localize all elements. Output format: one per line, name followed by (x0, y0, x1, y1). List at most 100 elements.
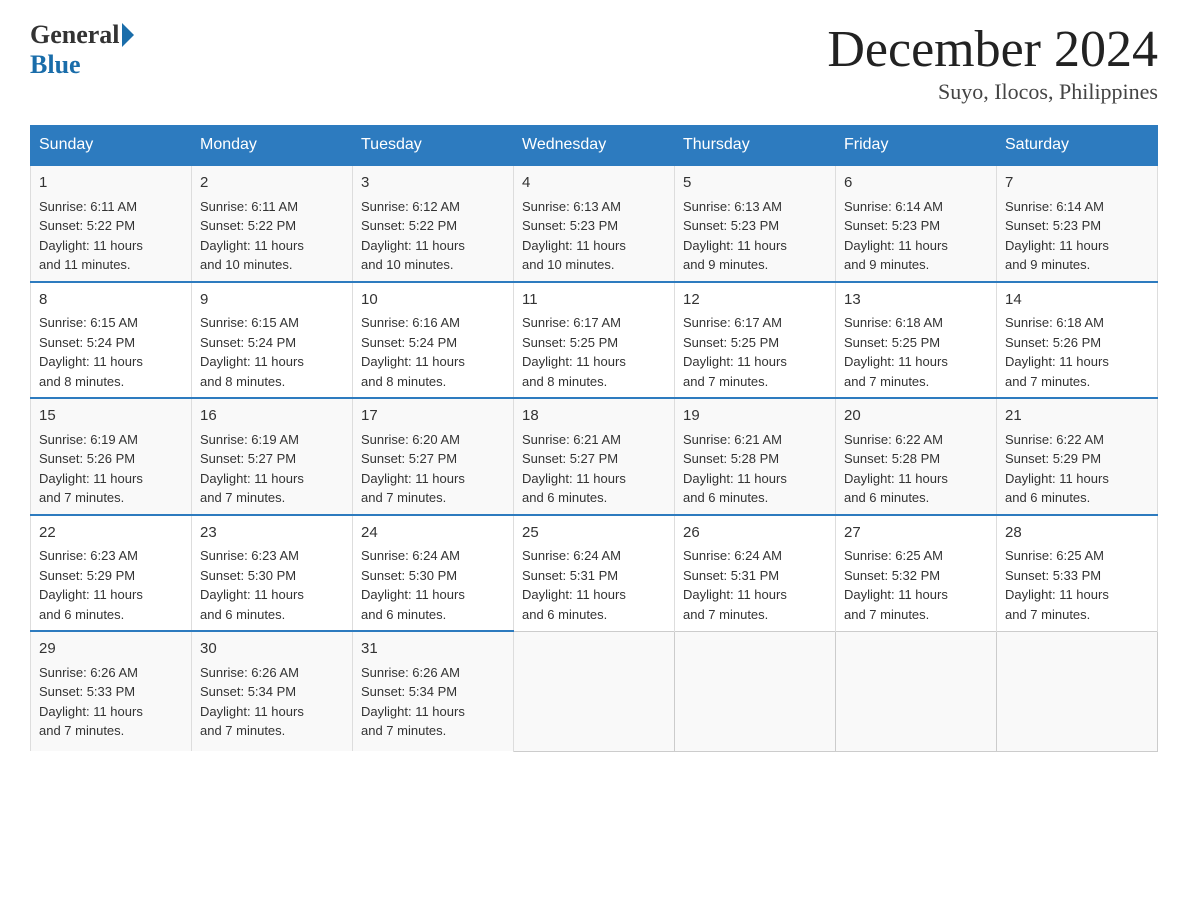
calendar-cell: 26 Sunrise: 6:24 AMSunset: 5:31 PMDaylig… (675, 515, 836, 632)
calendar-row-2: 8 Sunrise: 6:15 AMSunset: 5:24 PMDayligh… (31, 282, 1158, 399)
header-row: Sunday Monday Tuesday Wednesday Thursday… (31, 126, 1158, 166)
calendar-cell (997, 631, 1158, 751)
day-number: 6 (844, 172, 988, 195)
day-number: 21 (1005, 405, 1149, 428)
day-number: 2 (200, 172, 344, 195)
day-number: 8 (39, 289, 183, 312)
day-info: Sunrise: 6:24 AMSunset: 5:30 PMDaylight:… (361, 546, 505, 624)
day-info: Sunrise: 6:15 AMSunset: 5:24 PMDaylight:… (39, 313, 183, 391)
day-number: 15 (39, 405, 183, 428)
calendar-cell (514, 631, 675, 751)
col-saturday: Saturday (997, 126, 1158, 166)
calendar-cell: 4 Sunrise: 6:13 AMSunset: 5:23 PMDayligh… (514, 165, 675, 282)
day-number: 1 (39, 172, 183, 195)
calendar-row-4: 22 Sunrise: 6:23 AMSunset: 5:29 PMDaylig… (31, 515, 1158, 632)
calendar-cell: 24 Sunrise: 6:24 AMSunset: 5:30 PMDaylig… (353, 515, 514, 632)
day-number: 11 (522, 289, 666, 312)
day-info: Sunrise: 6:12 AMSunset: 5:22 PMDaylight:… (361, 197, 505, 275)
col-friday: Friday (836, 126, 997, 166)
day-number: 18 (522, 405, 666, 428)
calendar-cell: 5 Sunrise: 6:13 AMSunset: 5:23 PMDayligh… (675, 165, 836, 282)
calendar-body: 1 Sunrise: 6:11 AMSunset: 5:22 PMDayligh… (31, 165, 1158, 751)
day-number: 12 (683, 289, 827, 312)
calendar-cell: 19 Sunrise: 6:21 AMSunset: 5:28 PMDaylig… (675, 398, 836, 515)
col-monday: Monday (192, 126, 353, 166)
day-info: Sunrise: 6:19 AMSunset: 5:27 PMDaylight:… (200, 430, 344, 508)
day-number: 9 (200, 289, 344, 312)
day-info: Sunrise: 6:25 AMSunset: 5:33 PMDaylight:… (1005, 546, 1149, 624)
calendar-cell: 28 Sunrise: 6:25 AMSunset: 5:33 PMDaylig… (997, 515, 1158, 632)
calendar-cell: 3 Sunrise: 6:12 AMSunset: 5:22 PMDayligh… (353, 165, 514, 282)
col-sunday: Sunday (31, 126, 192, 166)
calendar-cell: 9 Sunrise: 6:15 AMSunset: 5:24 PMDayligh… (192, 282, 353, 399)
col-tuesday: Tuesday (353, 126, 514, 166)
day-number: 28 (1005, 522, 1149, 545)
day-info: Sunrise: 6:11 AMSunset: 5:22 PMDaylight:… (39, 197, 183, 275)
day-info: Sunrise: 6:23 AMSunset: 5:29 PMDaylight:… (39, 546, 183, 624)
calendar-cell: 22 Sunrise: 6:23 AMSunset: 5:29 PMDaylig… (31, 515, 192, 632)
day-number: 16 (200, 405, 344, 428)
calendar-cell: 12 Sunrise: 6:17 AMSunset: 5:25 PMDaylig… (675, 282, 836, 399)
day-info: Sunrise: 6:22 AMSunset: 5:28 PMDaylight:… (844, 430, 988, 508)
calendar-cell: 18 Sunrise: 6:21 AMSunset: 5:27 PMDaylig… (514, 398, 675, 515)
calendar-cell: 10 Sunrise: 6:16 AMSunset: 5:24 PMDaylig… (353, 282, 514, 399)
day-info: Sunrise: 6:11 AMSunset: 5:22 PMDaylight:… (200, 197, 344, 275)
calendar-cell: 1 Sunrise: 6:11 AMSunset: 5:22 PMDayligh… (31, 165, 192, 282)
day-info: Sunrise: 6:13 AMSunset: 5:23 PMDaylight:… (683, 197, 827, 275)
calendar-row-3: 15 Sunrise: 6:19 AMSunset: 5:26 PMDaylig… (31, 398, 1158, 515)
calendar-cell: 23 Sunrise: 6:23 AMSunset: 5:30 PMDaylig… (192, 515, 353, 632)
calendar-table: Sunday Monday Tuesday Wednesday Thursday… (30, 125, 1158, 752)
logo-arrow-icon (122, 23, 134, 47)
logo-blue-text: Blue (30, 50, 134, 80)
day-number: 5 (683, 172, 827, 195)
logo-general-text: General (30, 20, 120, 50)
day-info: Sunrise: 6:25 AMSunset: 5:32 PMDaylight:… (844, 546, 988, 624)
day-info: Sunrise: 6:24 AMSunset: 5:31 PMDaylight:… (683, 546, 827, 624)
logo: General Blue (30, 20, 134, 80)
calendar-cell: 29 Sunrise: 6:26 AMSunset: 5:33 PMDaylig… (31, 631, 192, 751)
day-number: 7 (1005, 172, 1149, 195)
day-info: Sunrise: 6:14 AMSunset: 5:23 PMDaylight:… (844, 197, 988, 275)
page-header: General Blue December 2024 Suyo, Ilocos,… (30, 20, 1158, 105)
day-number: 27 (844, 522, 988, 545)
day-info: Sunrise: 6:24 AMSunset: 5:31 PMDaylight:… (522, 546, 666, 624)
calendar-cell: 31 Sunrise: 6:26 AMSunset: 5:34 PMDaylig… (353, 631, 514, 751)
calendar-cell: 16 Sunrise: 6:19 AMSunset: 5:27 PMDaylig… (192, 398, 353, 515)
location-subtitle: Suyo, Ilocos, Philippines (827, 79, 1158, 105)
calendar-cell: 17 Sunrise: 6:20 AMSunset: 5:27 PMDaylig… (353, 398, 514, 515)
day-info: Sunrise: 6:23 AMSunset: 5:30 PMDaylight:… (200, 546, 344, 624)
day-number: 22 (39, 522, 183, 545)
col-thursday: Thursday (675, 126, 836, 166)
day-info: Sunrise: 6:21 AMSunset: 5:28 PMDaylight:… (683, 430, 827, 508)
day-info: Sunrise: 6:22 AMSunset: 5:29 PMDaylight:… (1005, 430, 1149, 508)
calendar-cell: 7 Sunrise: 6:14 AMSunset: 5:23 PMDayligh… (997, 165, 1158, 282)
day-number: 31 (361, 638, 505, 661)
calendar-cell: 2 Sunrise: 6:11 AMSunset: 5:22 PMDayligh… (192, 165, 353, 282)
day-info: Sunrise: 6:21 AMSunset: 5:27 PMDaylight:… (522, 430, 666, 508)
calendar-cell: 30 Sunrise: 6:26 AMSunset: 5:34 PMDaylig… (192, 631, 353, 751)
day-info: Sunrise: 6:26 AMSunset: 5:34 PMDaylight:… (200, 663, 344, 741)
day-info: Sunrise: 6:26 AMSunset: 5:33 PMDaylight:… (39, 663, 183, 741)
day-info: Sunrise: 6:17 AMSunset: 5:25 PMDaylight:… (522, 313, 666, 391)
calendar-cell (836, 631, 997, 751)
day-number: 29 (39, 638, 183, 661)
day-number: 13 (844, 289, 988, 312)
calendar-cell: 21 Sunrise: 6:22 AMSunset: 5:29 PMDaylig… (997, 398, 1158, 515)
day-number: 10 (361, 289, 505, 312)
calendar-cell: 8 Sunrise: 6:15 AMSunset: 5:24 PMDayligh… (31, 282, 192, 399)
calendar-cell: 14 Sunrise: 6:18 AMSunset: 5:26 PMDaylig… (997, 282, 1158, 399)
day-info: Sunrise: 6:18 AMSunset: 5:26 PMDaylight:… (1005, 313, 1149, 391)
day-info: Sunrise: 6:14 AMSunset: 5:23 PMDaylight:… (1005, 197, 1149, 275)
day-info: Sunrise: 6:15 AMSunset: 5:24 PMDaylight:… (200, 313, 344, 391)
day-info: Sunrise: 6:19 AMSunset: 5:26 PMDaylight:… (39, 430, 183, 508)
day-info: Sunrise: 6:17 AMSunset: 5:25 PMDaylight:… (683, 313, 827, 391)
day-number: 19 (683, 405, 827, 428)
day-number: 24 (361, 522, 505, 545)
calendar-cell: 27 Sunrise: 6:25 AMSunset: 5:32 PMDaylig… (836, 515, 997, 632)
day-number: 30 (200, 638, 344, 661)
day-number: 26 (683, 522, 827, 545)
calendar-cell: 6 Sunrise: 6:14 AMSunset: 5:23 PMDayligh… (836, 165, 997, 282)
calendar-row-1: 1 Sunrise: 6:11 AMSunset: 5:22 PMDayligh… (31, 165, 1158, 282)
calendar-cell: 11 Sunrise: 6:17 AMSunset: 5:25 PMDaylig… (514, 282, 675, 399)
day-number: 17 (361, 405, 505, 428)
